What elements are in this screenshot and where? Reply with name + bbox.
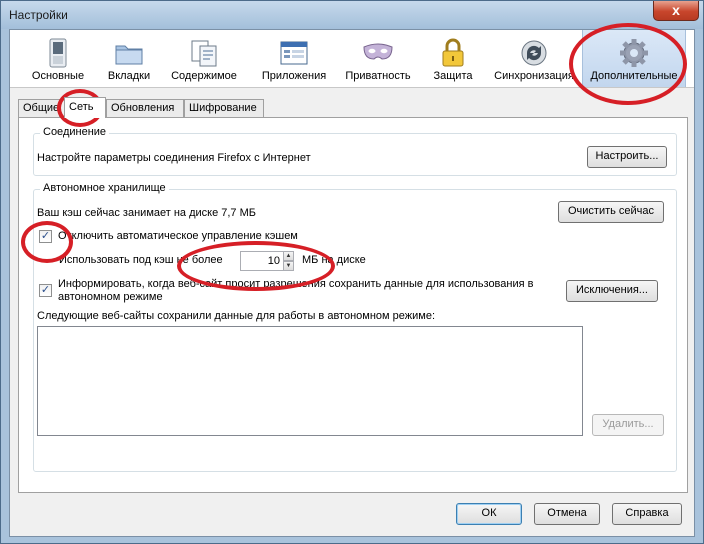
applications-icon: [280, 41, 308, 65]
notify-offline-label: Информировать, когда веб-сайт просит раз…: [58, 278, 534, 303]
cache-limit-stepper[interactable]: ▲ ▼: [283, 251, 294, 271]
notify-offline-checkbox[interactable]: ✓: [39, 284, 52, 297]
clear-cache-button[interactable]: Очистить сейчас: [558, 201, 664, 223]
tab-label: Общие: [23, 102, 60, 114]
cache-limit-prefix: Использовать под кэш не более: [59, 254, 223, 266]
toolbar-item-label: Приватность: [345, 70, 411, 82]
toolbar-item-tabs[interactable]: Вкладки: [96, 30, 162, 87]
offline-storage-legend: Автономное хранилище: [40, 182, 169, 194]
toolbar-item-label: Содержимое: [171, 70, 237, 82]
remove-site-button[interactable]: Удалить...: [592, 414, 664, 436]
exceptions-button[interactable]: Исключения...: [566, 280, 658, 302]
tab-label: Сеть: [69, 101, 94, 113]
toolbar-item-applications[interactable]: Приложения: [248, 30, 340, 87]
toolbar-item-label: Синхронизация: [494, 70, 574, 82]
chevron-up-icon[interactable]: ▲: [283, 251, 294, 261]
mask-icon: [363, 43, 393, 60]
toolbar-item-security[interactable]: Защита: [418, 30, 488, 87]
toolbar-item-label: Защита: [433, 70, 473, 82]
offline-sites-list[interactable]: [37, 326, 583, 436]
offline-sites-label: Следующие веб-сайты сохранили данные для…: [37, 310, 436, 322]
switch-icon: [49, 38, 67, 68]
title-bar[interactable]: Настройки x: [1, 1, 703, 29]
tab-label: Шифрование: [189, 102, 257, 114]
close-icon: x: [672, 2, 680, 18]
ok-button[interactable]: ОК: [456, 503, 522, 525]
documents-icon: [191, 40, 217, 67]
toolbar-item-sync[interactable]: Синхронизация: [488, 30, 580, 87]
connection-legend: Соединение: [40, 126, 110, 138]
close-button[interactable]: x: [653, 1, 699, 21]
connection-group: Соединение Настройте параметры соединени…: [33, 126, 677, 176]
chevron-down-icon[interactable]: ▼: [283, 261, 294, 271]
connection-description: Настройте параметры соединения Firefox с…: [37, 152, 311, 164]
lock-icon: [442, 38, 464, 67]
toolbar-item-label: Приложения: [261, 70, 327, 82]
toolbar-item-content[interactable]: Содержимое: [162, 30, 246, 87]
tab-label: Обновления: [111, 102, 175, 114]
toolbar-item-advanced[interactable]: Дополнительные: [582, 30, 686, 87]
tab-network[interactable]: Сеть: [64, 97, 106, 118]
cache-limit-suffix: МБ на диске: [302, 254, 366, 266]
window-title: Настройки: [9, 8, 68, 22]
toolbar-item-label: Дополнительные: [590, 70, 678, 82]
toolbar-item-label: Вкладки: [107, 70, 151, 82]
connection-settings-button[interactable]: Настроить...: [587, 146, 667, 168]
gear-icon: [620, 39, 648, 67]
override-cache-label: Отключить автоматическое управление кэше…: [58, 230, 298, 242]
tab-updates[interactable]: Обновления: [106, 99, 184, 117]
cache-usage-text: Ваш кэш сейчас занимает на диске 7,7 МБ: [37, 207, 256, 219]
tab-encryption[interactable]: Шифрование: [184, 99, 264, 117]
help-button[interactable]: Справка: [612, 503, 682, 525]
dialog-client-area: Основные Вкладки Содержимое Приложения П…: [9, 29, 695, 537]
cancel-button[interactable]: Отмена: [534, 503, 600, 525]
toolbar-item-label: Основные: [31, 70, 85, 82]
offline-storage-group: Автономное хранилище Ваш кэш сейчас зани…: [33, 182, 677, 472]
cache-limit-input[interactable]: 10: [240, 251, 284, 271]
override-cache-checkbox[interactable]: ✓: [39, 230, 52, 243]
sync-icon: [521, 40, 547, 66]
toolbar-item-privacy[interactable]: Приватность: [340, 30, 416, 87]
folder-icon: [115, 45, 143, 65]
network-tab-panel: Соединение Настройте параметры соединени…: [18, 117, 688, 493]
settings-window: Настройки x Основные Вкладки Содержимое …: [0, 0, 704, 544]
tab-general[interactable]: Общие: [18, 99, 60, 117]
category-toolbar: Основные Вкладки Содержимое Приложения П…: [10, 30, 694, 88]
toolbar-item-general[interactable]: Основные: [20, 30, 96, 87]
